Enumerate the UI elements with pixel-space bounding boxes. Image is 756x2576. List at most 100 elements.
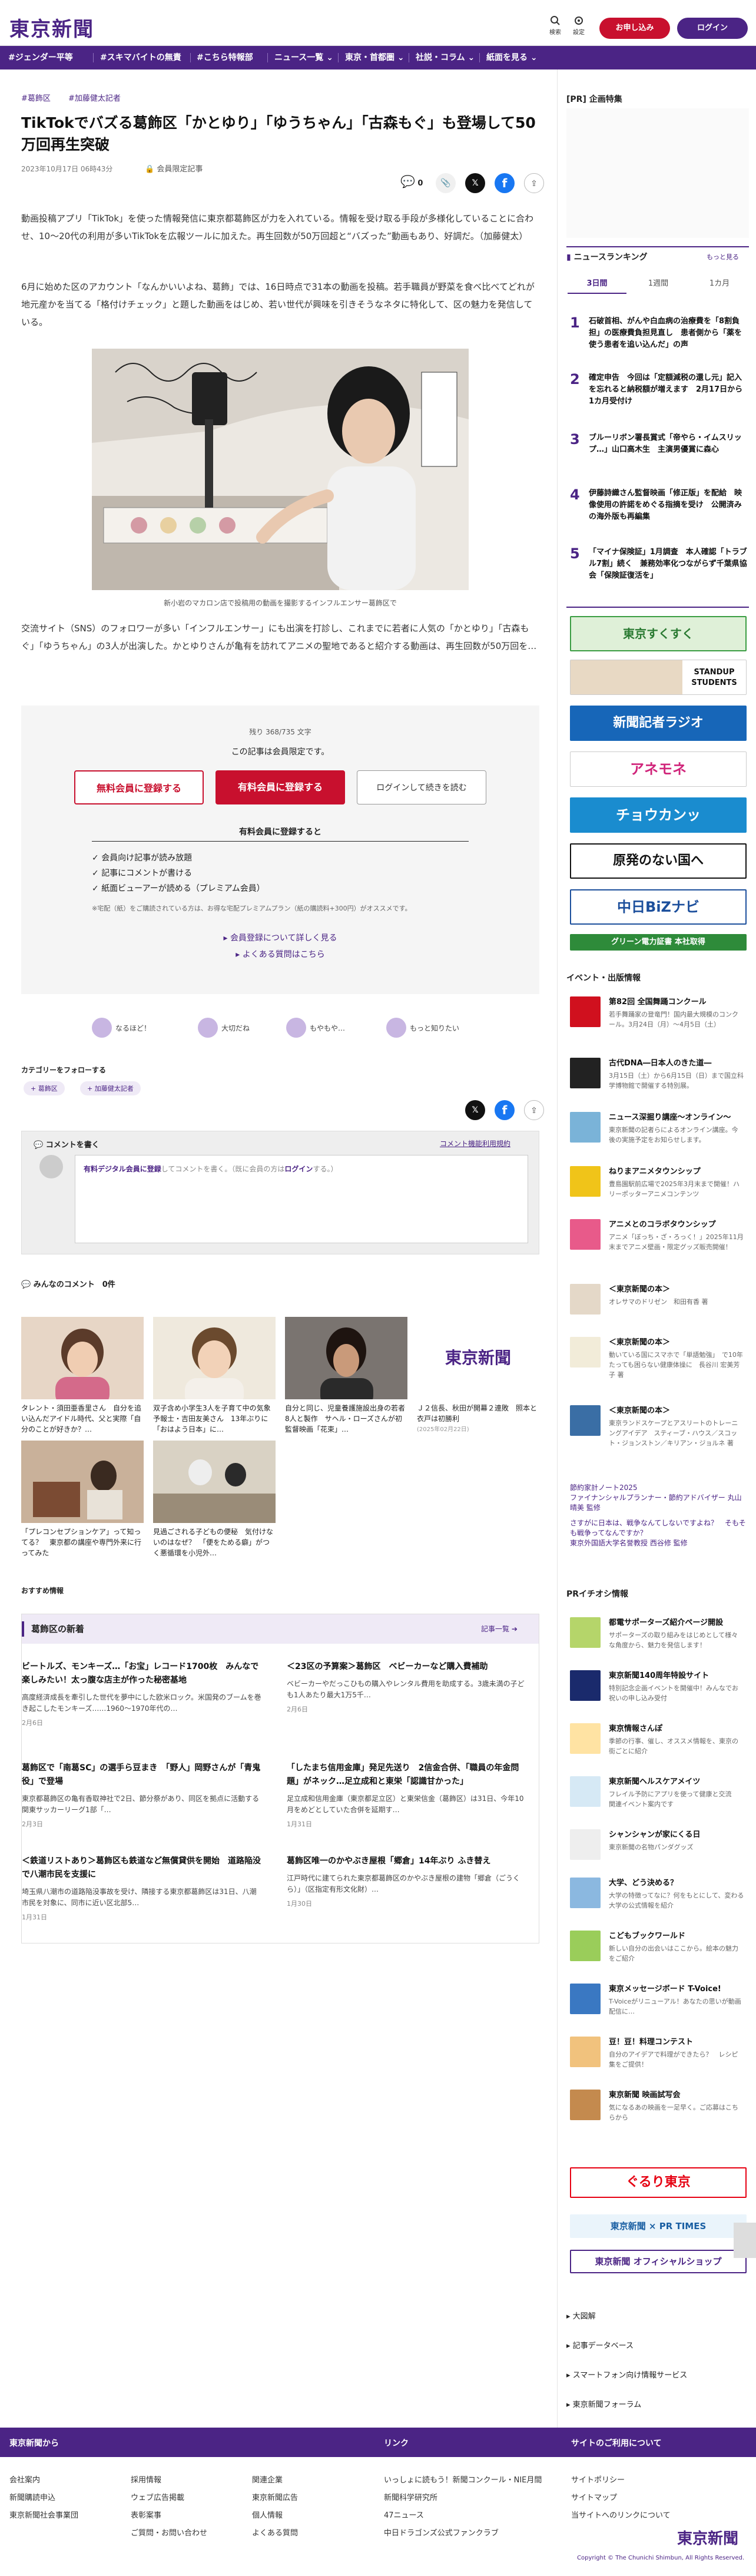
faq-link[interactable]: ▸ よくある質問はこちら — [21, 948, 539, 960]
banner-shop[interactable]: 東京新聞 オフィシャルショップ — [570, 2250, 747, 2273]
comment-guideline-link[interactable]: コメント機能利用規約 — [440, 1138, 510, 1148]
share-x-button[interactable]: 𝕏 — [465, 1100, 485, 1120]
footer-link[interactable]: 新聞購読申込 — [9, 2491, 55, 2502]
scroll-to-top-button[interactable] — [734, 2223, 756, 2258]
footer-link[interactable]: 新聞科学研究所 — [384, 2491, 437, 2502]
area-news-item[interactable]: ビートルズ、モンキーズ…「お宝」レコード1700枚 みんなで楽しみたい！太っ腹な… — [22, 1660, 263, 1727]
site-logo[interactable]: 東京新聞 — [9, 13, 94, 42]
sidebar-link[interactable]: ▸ 東京新聞フォーラム — [566, 2398, 641, 2409]
ranking-item[interactable]: ブルーリボン署長賞式「帝やら・イムスリップ…」山口高木生 主演男優賞に森心 — [589, 432, 748, 456]
member-info-link[interactable]: ▸ 会員登録について詳しく見る — [21, 932, 539, 943]
area-news-item[interactable]: 「したまち信用金庫」発足先送り 2信金合併、「職員の年金問題」がネック…足立成和… — [287, 1762, 528, 1829]
footer-logo[interactable]: 東京新聞 — [677, 2527, 738, 2548]
register-link[interactable]: 有料デジタル会員に登録 — [84, 1165, 161, 1173]
login-link[interactable]: ログイン — [284, 1165, 313, 1173]
footer-link[interactable]: 中日ドラゴンズ公式ファンクラブ — [384, 2527, 499, 2538]
pr-event-item[interactable]: 東京メッセージボード T-Voice! T-Voiceがリニューアル！あなたの思い… — [566, 1984, 749, 2025]
ranking-tab-3days[interactable]: 3日間 — [568, 277, 626, 294]
banner-sukusuku[interactable]: 東京すくすく — [570, 616, 747, 651]
search-button[interactable]: 検索 — [545, 15, 565, 36]
footer-link[interactable]: 東京新聞広告 — [252, 2491, 298, 2502]
share-other-button[interactable]: ⇪ — [524, 173, 544, 193]
related-thumb[interactable] — [21, 1317, 144, 1399]
related-caption[interactable]: タレント・須田亜香里さん 自分を追い込んだアイドル時代、父と実際「自分のことが好… — [21, 1403, 144, 1435]
share-facebook-button[interactable]: f — [495, 173, 515, 193]
free-register-button[interactable]: 無料会員に登録する — [74, 770, 204, 804]
settings-button[interactable]: 設定 — [569, 15, 589, 36]
reaction-moyamoya[interactable]: もやもや… — [286, 1018, 345, 1038]
comment-count-button[interactable]: 💬 0 — [400, 174, 423, 188]
footer-link[interactable]: 47ニュース — [384, 2509, 424, 2520]
tag-reporter[interactable]: #加藤健太記者 — [68, 92, 121, 103]
footer-link[interactable]: 個人情報 — [252, 2509, 283, 2520]
nav-item-tokuho[interactable]: #こちら特報部 — [197, 46, 253, 69]
pr-event-item[interactable]: 東京新聞ヘルスケアメイツ フレイル予防にアプリを使って健康と交流 関連イベント案内… — [566, 1776, 749, 1817]
ranking-tab-1week[interactable]: 1週間 — [629, 277, 688, 288]
related-caption[interactable]: 双子含め小学生3人を子育て中の気象予報士・吉田友美さん 13年ぶりに「おはよう日… — [153, 1403, 276, 1435]
ranking-item[interactable]: 確定申告 今回は「定額減税の還し元」記入を忘れると納税額が増えます 2月17日か… — [589, 372, 748, 408]
pr-event-item[interactable]: 大学、どう決める？ 大学の特徴ってなに？何をもとにして、変わる大学の公式情報を紹介 — [566, 1878, 749, 1919]
sidebar-link[interactable]: ▸ 記事データベース — [566, 2339, 634, 2350]
related-thumb[interactable] — [285, 1317, 407, 1399]
comment-input[interactable]: 有料デジタル会員に登録してコメントを書く。（既に会員の方はログインする。） — [75, 1155, 528, 1243]
footer-link[interactable]: 関連企業 — [252, 2474, 283, 2485]
area-news-more-link[interactable]: 記事一覧 ➔ — [481, 1624, 518, 1634]
footer-link[interactable]: 東京新聞社会事業団 — [9, 2509, 78, 2520]
footer-link[interactable]: サイトマップ — [571, 2491, 617, 2502]
share-other-button[interactable]: ⇪ — [524, 1100, 544, 1120]
login-button[interactable]: ログイン — [677, 18, 748, 39]
related-caption[interactable]: 自分と同じ、児童養護施設出身の若者8人と製作 サヘル・ローズさんが初監督映画「花… — [285, 1403, 407, 1435]
related-caption[interactable]: 「プレコンセプションケア」って知ってる？ 東京都の講座や専門外来に行ってみた — [21, 1527, 144, 1558]
login-continue-button[interactable]: ログインして続きを読む — [357, 770, 486, 804]
footer-link[interactable]: サイトポリシー — [571, 2474, 625, 2485]
footer-link[interactable]: ウェブ広告掲載 — [131, 2491, 184, 2502]
area-news-item[interactable]: ＜23区の予算案＞葛飾区 ベビーカーなど購入費補助 ベビーカーやだっこひもの購入… — [287, 1660, 528, 1714]
sidebar-link[interactable]: ▸ 大図解 — [566, 2310, 596, 2321]
pr-event-item[interactable]: シャンシャンが家にくる日 東京新聞の名物パンダグッズ — [566, 1829, 749, 1865]
event-item[interactable]: ＜東京新聞の本＞ オレサマのドリゼン 和田有香 著 — [566, 1284, 749, 1325]
banner-standup-students[interactable]: STANDUP STUDENTS — [570, 660, 747, 695]
paid-register-button[interactable]: 有料会員に登録する — [215, 770, 345, 804]
share-x-button[interactable]: 𝕏 — [465, 173, 485, 193]
pr-event-item[interactable]: 東京新聞 映画試写会 気になるあの映画を一足早く。ご応募はこちらから — [566, 2090, 749, 2131]
related-thumb[interactable] — [153, 1317, 276, 1399]
footer-link[interactable]: 会社案内 — [9, 2474, 40, 2485]
event-item[interactable]: ねりまアニメタウンシップ 豊島園駅前広場で2025年3月末まで開催！ハリーポッター… — [566, 1166, 749, 1213]
ranking-more-link[interactable]: もっと見る — [707, 252, 739, 261]
pr-event-item[interactable]: 都電サポーターズ紹介ページ開設 サポーターズの取り組みをはじめとして様々な角度から… — [566, 1617, 749, 1658]
nav-item-news-list[interactable]: ニュース一覧 ⌄ — [274, 46, 333, 69]
nav-item-gender[interactable]: #ジェンダー平等 — [8, 46, 73, 69]
event-item[interactable]: アニメとのコラボタウンシップ アニメ「ぼっち・ざ・ろっく！」2025年11月末まで… — [566, 1219, 749, 1266]
banner-no-nuclear[interactable]: 原発のない国へ — [570, 843, 747, 879]
follow-chip[interactable]: + 加藤健太記者 — [80, 1081, 141, 1095]
related-caption[interactable]: Ｊ２信長、秋田が開幕２連敗 照本と衣戸は初勝利 — [417, 1403, 539, 1424]
event-item[interactable]: ＜東京新聞の本＞ 動いている国にスマホで「単語勉強」 で10年たっても困らない健康… — [566, 1337, 749, 1390]
ranking-item[interactable]: 石破首相、がんや白血病の治療費を「8割負担」の医療費負担見直し 患者側から「薬を… — [589, 316, 748, 351]
related-thumb[interactable]: 東京新聞 — [417, 1317, 539, 1399]
area-news-item[interactable]: ＜鉄道リストあり＞葛飾区も鉄道など無償貸供を開始 道路陥没で八潮市民を支援に 埼… — [22, 1855, 263, 1922]
nav-item-sukima[interactable]: #スキマバイトの無責 — [100, 46, 181, 69]
footer-link[interactable]: 表彰案事 — [131, 2509, 161, 2520]
event-item[interactable]: 第82回 全国舞踊コンクール 若手舞踊家の登竜門！国内最大規模のコンクール。3月2… — [566, 996, 749, 1044]
reaction-taisetsu[interactable]: 大切だね — [198, 1018, 250, 1038]
pr-event-item[interactable]: 東京情報さんぽ 季節の行事、催し、オススメ情報を、東京の街ごとに紹介 — [566, 1723, 749, 1764]
banner-anemone[interactable]: アネモネ — [570, 751, 747, 787]
pr-event-item[interactable]: こどもブックワールド 新しい自分の出会いはここから。絵本の魅力をご紹介 — [566, 1931, 749, 1972]
banner-chokan[interactable]: チョウカンッ — [570, 797, 747, 833]
follow-chip[interactable]: + 葛飾区 — [24, 1081, 65, 1095]
event-item[interactable]: ニュース深掘り講座〜オンライン〜 東京新聞の記者らによるオンライン講座。今後の実施… — [566, 1112, 749, 1159]
ranking-item[interactable]: 「マイナ保険証」1月調査 本人確認「トラブル7割」続く 兼務効率化つながらず千葉… — [589, 547, 748, 582]
banner-prtimes[interactable]: 東京新聞 × PR TIMES — [570, 2214, 747, 2238]
event-item[interactable]: ＜東京新聞の本＞ 東京ランドスケープとアスリートのトレーニングアイデア スティーブ… — [566, 1405, 749, 1470]
banner-bizNavi[interactable]: 中日BiZナビ — [570, 889, 747, 925]
event-item[interactable]: 古代DNA―日本人のきた道― 3月15日（土）から6月15日（日）まで国立科学博物… — [566, 1058, 749, 1105]
footer-link[interactable]: 採用情報 — [131, 2474, 161, 2485]
banner-radio[interactable]: 新聞記者ラジオ — [570, 706, 747, 741]
share-facebook-button[interactable]: f — [495, 1100, 515, 1120]
related-thumb[interactable] — [153, 1441, 276, 1523]
ranking-item[interactable]: 伊藤詩織さん監督映画「修正版」を配給 映像使用の許諾をめぐる指摘を受け 公開済み… — [589, 488, 748, 523]
area-news-item[interactable]: 葛飾区唯一のかやぶき屋根「郷倉」14年ぶり ふき替え 江戸時代に建てられた東京都… — [287, 1855, 528, 1908]
nav-item-editorial[interactable]: 社説・コラム ⌄ — [416, 46, 475, 69]
footer-link[interactable]: 当サイトへのリンクについて — [571, 2509, 671, 2520]
nav-item-paper[interactable]: 紙面を見る ⌄ — [486, 46, 538, 69]
